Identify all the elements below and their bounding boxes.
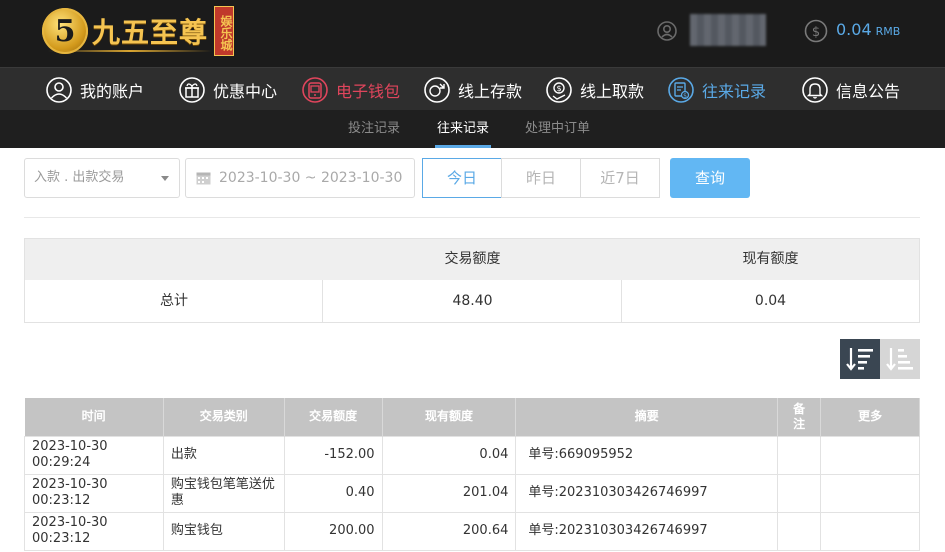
summary-header: 交易额度 现有额度 (25, 239, 919, 280)
cell-balance: 200.64 (381, 511, 517, 551)
balance-display: 0.04 RMB (836, 20, 900, 39)
cell-type: 购宝钱包 (162, 511, 285, 551)
col-summary[interactable]: 摘要 (515, 398, 779, 436)
table-row: 2023-10-30 00:23:12 购宝钱包 200.00 200.64 单… (24, 511, 920, 551)
col-note[interactable]: 备注 (777, 398, 822, 436)
nav-label: 优惠中心 (213, 81, 278, 101)
cell-type: 出款 (162, 435, 285, 475)
nav-label: 信息公告 (836, 81, 901, 101)
cell-summary: 单号:202310303426746997 (515, 473, 779, 513)
cell-balance: 0.04 (381, 435, 517, 475)
table-row: 2023-10-30 00:29:24 出款 -152.00 0.04 单号:6… (24, 435, 920, 475)
cell-note (777, 511, 822, 551)
tab-bet-records[interactable]: 投注记录 (348, 110, 400, 148)
cell-more[interactable] (820, 473, 920, 513)
svg-text:$: $ (556, 84, 561, 93)
transaction-type-select[interactable]: 入款 . 出款交易 (24, 158, 180, 198)
records-icon: $ (668, 76, 694, 103)
nav-item-announcements[interactable]: 信息公告 (801, 68, 900, 111)
chevron-down-icon (161, 176, 169, 181)
cell-summary: 单号:669095952 (515, 435, 779, 475)
date-range-input[interactable]: 2023-10-30 ~ 2023-10-30 (185, 158, 415, 198)
cell-time: 2023-10-30 00:23:12 (24, 511, 164, 551)
col-balance[interactable]: 现有额度 (382, 398, 517, 436)
col-more[interactable]: 更多 (820, 398, 920, 436)
nav-label: 我的账户 (80, 81, 145, 101)
records-table: 时间 交易类别 交易额度 现有额度 摘要 备注 更多 2023-10-30 00… (24, 398, 920, 551)
nav-label: 电子钱包 (336, 81, 401, 101)
query-button[interactable]: 查询 (670, 158, 750, 198)
nav-item-records[interactable]: $ 往来记录 (667, 68, 766, 111)
brand-name: 九五至尊 (92, 16, 209, 49)
divider (24, 217, 920, 218)
summary-table: 交易额度 现有额度 总计 48.40 0.04 (24, 238, 920, 323)
bell-icon (802, 76, 828, 103)
nav-item-promotions[interactable]: 优惠中心 (178, 68, 277, 111)
calendar-icon (196, 172, 211, 185)
summary-col-amount: 交易额度 (444, 251, 501, 267)
user-circle-icon (46, 76, 72, 103)
gift-icon (179, 76, 205, 103)
deposit-icon (424, 76, 450, 103)
table-header-row: 时间 交易类别 交易额度 现有额度 摘要 备注 更多 (24, 398, 920, 436)
col-type[interactable]: 交易类别 (163, 398, 285, 436)
date-range-value: 2023-10-30 ~ 2023-10-30 (219, 170, 403, 186)
withdraw-icon: $ (546, 76, 572, 103)
quick-filter-yesterday[interactable]: 昨日 (501, 158, 581, 198)
cell-time: 2023-10-30 00:29:24 (24, 435, 164, 475)
cell-summary: 单号:202310303426746997 (515, 511, 779, 551)
sub-nav: 投注记录 往来记录 处理中订单 (0, 110, 945, 148)
svg-text:$: $ (683, 92, 687, 99)
table-row: 2023-10-30 00:23:12 购宝钱包笔笔送优惠 0.40 201.0… (24, 473, 920, 513)
sort-desc-icon (846, 348, 873, 371)
nav-label: 往来记录 (702, 81, 767, 101)
col-time[interactable]: 时间 (24, 398, 164, 436)
balance-currency: RMB (875, 25, 901, 38)
sort-ascending-button[interactable] (880, 339, 920, 379)
cell-amount: 0.40 (283, 473, 383, 513)
svg-text:$: $ (812, 25, 820, 40)
summary-row-label: 总计 (160, 293, 188, 309)
summary-amount: 48.40 (452, 293, 493, 309)
summary-col-balance: 现有额度 (742, 251, 799, 267)
cell-more[interactable] (820, 435, 920, 475)
quick-filter-7days[interactable]: 近7日 (580, 158, 660, 198)
wallet-icon (302, 76, 328, 103)
nav-label: 线上取款 (580, 81, 645, 101)
nav-item-deposit[interactable]: 线上存款 (423, 68, 522, 111)
nav-item-e-wallet[interactable]: 电子钱包 (301, 68, 400, 111)
cell-more[interactable] (820, 511, 920, 551)
cell-note (777, 435, 822, 475)
username-redacted (690, 14, 766, 46)
nav-item-withdraw[interactable]: $ 线上取款 (545, 68, 644, 111)
user-icon[interactable] (657, 19, 677, 43)
sort-descending-button[interactable] (840, 339, 880, 379)
cell-amount: 200.00 (283, 511, 383, 551)
main-nav: 我的账户 优惠中心 电子钱包 线上存款 $ 线上取款 $ 往来记录 信息公告 (0, 67, 945, 110)
transaction-type-value: 入款 . 出款交易 (34, 170, 125, 185)
summary-balance: 0.04 (754, 293, 787, 309)
brand-mark: 5 (42, 8, 88, 54)
tab-pending-orders[interactable]: 处理中订单 (525, 110, 590, 148)
money-icon: $ (804, 19, 828, 43)
cell-type: 购宝钱包笔笔送优惠 (162, 473, 285, 513)
logo-divider (48, 50, 212, 52)
col-note-label: 备注 (793, 401, 806, 431)
cell-time: 2023-10-30 00:23:12 (24, 473, 164, 513)
cell-amount: -152.00 (283, 435, 383, 475)
quick-filter-today[interactable]: 今日 (422, 158, 502, 198)
balance-amount: 0.04 (836, 20, 872, 39)
nav-label: 线上存款 (458, 81, 523, 101)
cell-balance: 201.04 (381, 473, 517, 513)
col-amount[interactable]: 交易额度 (284, 398, 383, 436)
cell-note (777, 473, 822, 513)
nav-item-my-account[interactable]: 我的账户 (45, 68, 144, 111)
sort-asc-icon (886, 348, 913, 371)
top-header: 5 九五至尊 娱乐城 $ 0.04 RMB (0, 0, 945, 67)
brand-sub: 娱乐城 (214, 6, 235, 56)
tab-transaction-records[interactable]: 往来记录 (434, 110, 492, 148)
